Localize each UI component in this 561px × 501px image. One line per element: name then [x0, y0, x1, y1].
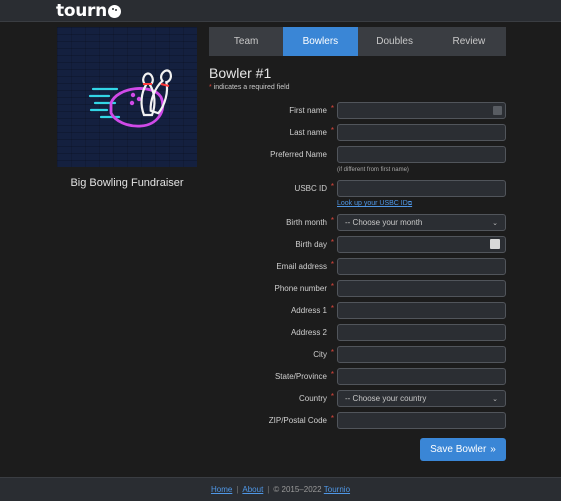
birth-month-label-text: Birth month	[286, 218, 327, 227]
top-navbar: tourn	[0, 0, 561, 22]
email-label-text: Email address	[276, 262, 327, 271]
country-select[interactable]: -- Choose your country ⌄	[337, 390, 506, 407]
tournament-name: Big Bowling Fundraiser	[70, 177, 184, 189]
external-link-icon: ⧉	[407, 201, 413, 207]
email-input[interactable]	[337, 258, 506, 275]
logo-text: tourn	[56, 0, 107, 21]
phone-input[interactable]	[337, 280, 506, 297]
last-name-label-text: Last name	[289, 128, 327, 137]
required-mark: *	[330, 348, 334, 357]
required-note-text: indicates a required field	[213, 84, 290, 91]
app-logo[interactable]: tourn	[56, 0, 121, 21]
zip-input[interactable]	[337, 412, 506, 429]
preferred-name-help: (if different from first name)	[337, 167, 409, 173]
save-bowler-button[interactable]: Save Bowler »	[420, 438, 506, 461]
usbc-id-input[interactable]	[337, 180, 506, 197]
footer-copyright: © 2015–2022	[273, 485, 322, 494]
required-mark: *	[330, 260, 334, 269]
first-name-label-text: First name	[289, 106, 327, 115]
tab-doubles[interactable]: Doubles	[358, 27, 432, 56]
chevron-down-icon: ⌄	[492, 395, 498, 403]
address2-label: Address 2	[290, 328, 327, 337]
address2-input[interactable]	[337, 324, 506, 341]
usbc-lookup-link[interactable]: Look up your USBC ID⧉	[337, 200, 412, 208]
required-note: * indicates a required field	[209, 84, 290, 91]
first-name-label: First name *	[289, 104, 334, 115]
required-mark: *	[330, 126, 334, 135]
required-mark: *	[330, 392, 334, 401]
address1-input[interactable]	[337, 302, 506, 319]
required-mark: *	[209, 84, 212, 91]
form-title: Bowler #1	[209, 65, 272, 81]
chevron-down-icon: ⌄	[492, 219, 498, 227]
state-input[interactable]	[337, 368, 506, 385]
required-mark: *	[330, 182, 334, 191]
address1-label-text: Address 1	[290, 306, 327, 315]
required-mark: *	[330, 370, 334, 379]
last-name-label: Last name *	[289, 126, 334, 137]
preferred-name-input[interactable]	[337, 146, 506, 163]
save-bowler-label: Save Bowler	[430, 444, 487, 455]
first-name-input[interactable]	[337, 102, 506, 119]
autofill-contact-icon[interactable]	[493, 106, 502, 115]
footer-about-link[interactable]: About	[242, 485, 263, 494]
country-label: Country *	[298, 392, 334, 403]
footer: Home | About | © 2015–2022 Tournio	[0, 477, 561, 501]
zip-label: ZIP/Postal Code *	[268, 414, 334, 425]
footer-divider: |	[236, 485, 239, 494]
birth-month-value: -- Choose your month	[345, 218, 423, 227]
required-mark: *	[330, 104, 334, 113]
tab-bowlers[interactable]: Bowlers	[283, 27, 358, 56]
city-label: City *	[313, 348, 334, 359]
usbc-lookup-link-text: Look up your USBC ID	[337, 200, 408, 207]
phone-label: Phone number *	[274, 282, 334, 293]
email-label: Email address *	[276, 260, 334, 271]
tournament-image	[57, 27, 197, 167]
birth-month-select[interactable]: -- Choose your month ⌄	[337, 214, 506, 231]
last-name-input[interactable]	[337, 124, 506, 141]
preferred-name-label: Preferred Name	[270, 150, 327, 159]
required-mark: *	[330, 414, 334, 423]
required-mark: *	[330, 304, 334, 313]
state-label: State/Province *	[274, 370, 334, 381]
registration-tabs: Team Bowlers Doubles Review	[209, 27, 506, 56]
city-label-text: City	[313, 350, 327, 359]
footer-brand-link[interactable]: Tournio	[324, 485, 350, 494]
city-input[interactable]	[337, 346, 506, 363]
country-value: -- Choose your country	[345, 394, 427, 403]
birth-day-label: Birth day *	[295, 238, 334, 249]
bowling-ball-icon	[107, 5, 121, 18]
birth-day-label-text: Birth day	[295, 240, 327, 249]
country-label-text: Country	[298, 394, 327, 403]
usbc-id-label-text: USBC ID	[294, 184, 327, 193]
state-label-text: State/Province	[274, 372, 327, 381]
address1-label: Address 1 *	[290, 304, 334, 315]
phone-label-text: Phone number	[274, 284, 327, 293]
double-chevron-right-icon: »	[490, 444, 496, 455]
required-mark: *	[330, 238, 334, 247]
neon-bowling-sign-icon	[88, 69, 172, 128]
stepper-icon[interactable]	[490, 239, 500, 249]
tab-team[interactable]: Team	[209, 27, 283, 56]
tab-review[interactable]: Review	[432, 27, 506, 56]
zip-label-text: ZIP/Postal Code	[268, 416, 327, 425]
birth-month-label: Birth month *	[286, 216, 334, 227]
required-mark: *	[330, 282, 334, 291]
footer-home-link[interactable]: Home	[211, 485, 232, 494]
birth-day-input[interactable]	[337, 236, 506, 253]
required-mark: *	[330, 216, 334, 225]
usbc-id-label: USBC ID *	[294, 182, 334, 193]
footer-divider: |	[267, 485, 270, 494]
